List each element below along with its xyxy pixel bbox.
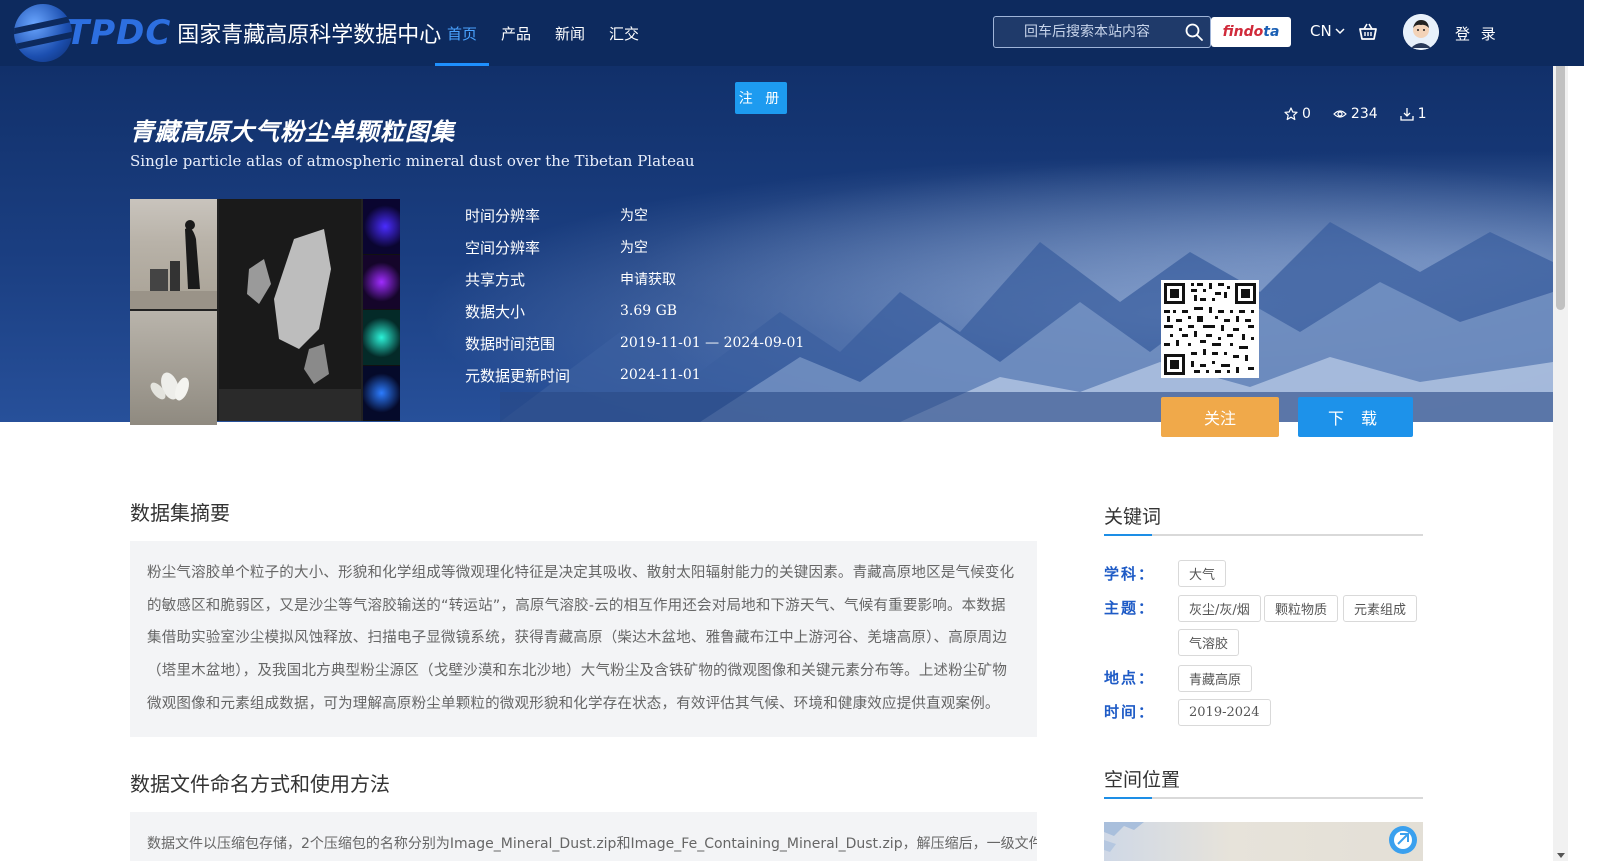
views-stat: 234 bbox=[1333, 106, 1378, 122]
nav-submit[interactable]: 汇交 bbox=[597, 0, 651, 66]
keyword-tag[interactable]: 2019-2024 bbox=[1178, 699, 1271, 726]
keywords-divider bbox=[1104, 534, 1423, 536]
meta-row: 空间分辨率 为空 bbox=[465, 231, 804, 263]
meta-label: 元数据更新时间 bbox=[465, 366, 571, 385]
download-icon bbox=[1400, 108, 1414, 121]
spatial-map[interactable] bbox=[1104, 822, 1423, 861]
main-nav: 首页 产品 新闻 汇交 bbox=[435, 0, 651, 66]
site-logo[interactable]: TPDC 国家青藏高原科学数据中心 bbox=[14, 4, 441, 62]
language-selector[interactable]: CN bbox=[1310, 22, 1346, 40]
keyword-label-subject: 学科： bbox=[1104, 565, 1156, 583]
meta-row: 时间分辨率 为空 bbox=[465, 199, 804, 231]
usage-heading: 数据文件命名方式和使用方法 bbox=[130, 772, 390, 796]
stars-stat[interactable]: 0 bbox=[1284, 106, 1311, 122]
keyword-label-time: 时间： bbox=[1104, 703, 1156, 721]
field-photo bbox=[130, 199, 217, 309]
downloads-count: 1 bbox=[1417, 106, 1427, 122]
keyword-label-theme: 主题： bbox=[1104, 599, 1156, 617]
meta-row: 数据时间范围 2019-11-01 — 2024-09-01 bbox=[465, 327, 804, 359]
dataset-title-en: Single particle atlas of atmospheric min… bbox=[130, 152, 695, 170]
ground-photo bbox=[130, 309, 217, 425]
dataset-thumbnail[interactable] bbox=[130, 199, 400, 425]
qr-code bbox=[1161, 280, 1259, 378]
keyword-tag[interactable]: 元素组成 bbox=[1343, 595, 1418, 622]
element-map-images bbox=[361, 199, 400, 421]
spatial-divider bbox=[1104, 797, 1423, 799]
top-header: TPDC 国家青藏高原科学数据中心 首页 产品 新闻 汇交 findota CN bbox=[0, 0, 1584, 66]
follow-button[interactable]: 关注 bbox=[1161, 397, 1279, 437]
scroll-down-icon[interactable] bbox=[1557, 853, 1565, 858]
dataset-title-cn: 青藏高原大气粉尘单颗粒图集 bbox=[130, 118, 455, 146]
usage-text: 数据文件以压缩包存储，2个压缩包的名称分别为Image_Mineral_Dust… bbox=[147, 836, 1037, 852]
meta-label: 数据大小 bbox=[465, 302, 526, 321]
search-icon[interactable] bbox=[1184, 22, 1204, 42]
meta-value: 为空 bbox=[620, 208, 648, 224]
logo-tpdc-text: TPDC bbox=[66, 13, 172, 53]
abstract-heading: 数据集摘要 bbox=[130, 501, 230, 525]
search-input[interactable] bbox=[994, 24, 1174, 40]
nav-products[interactable]: 产品 bbox=[489, 0, 543, 66]
language-label: CN bbox=[1310, 22, 1332, 40]
register-button[interactable]: 注 册 bbox=[735, 82, 787, 114]
meta-label: 数据时间范围 bbox=[465, 334, 556, 353]
dataset-metadata: 时间分辨率 为空 空间分辨率 为空 共享方式 申请获取 数据大小 3.69 GB 数据时… bbox=[465, 199, 804, 391]
usage-box: 数据文件以压缩包存储，2个压缩包的名称分别为Image_Mineral_Dust… bbox=[130, 812, 1037, 861]
meta-row: 元数据更新时间 2024-11-01 bbox=[465, 359, 804, 391]
user-avatar-icon bbox=[1403, 14, 1439, 50]
nav-home[interactable]: 首页 bbox=[435, 0, 490, 66]
meta-label: 空间分辨率 bbox=[465, 238, 541, 257]
keyword-tag[interactable]: 大气 bbox=[1178, 560, 1227, 587]
abstract-text: 粉尘气溶胶单个粒子的大小、形貌和化学组成等微观理化特征是决定其吸收、散射太阳辐射… bbox=[147, 565, 1015, 712]
meta-row: 共享方式 申请获取 bbox=[465, 263, 804, 295]
findata-text-a: findo bbox=[1222, 24, 1264, 40]
thumbnail-left-column bbox=[130, 199, 217, 425]
findata-button[interactable]: findo ta bbox=[1211, 17, 1291, 47]
keyword-tag[interactable]: 颗粒物质 bbox=[1264, 595, 1339, 622]
meta-label: 共享方式 bbox=[465, 270, 526, 289]
findata-text-b: ta bbox=[1263, 24, 1280, 40]
globe-logo-icon bbox=[14, 4, 72, 62]
search-box bbox=[993, 16, 1211, 48]
stars-count: 0 bbox=[1302, 106, 1311, 122]
abstract-box: 粉尘气溶胶单个粒子的大小、形貌和化学组成等微观理化特征是决定其吸收、散射太阳辐射… bbox=[130, 541, 1037, 737]
sem-image bbox=[217, 199, 363, 421]
keyword-tag[interactable]: 气溶胶 bbox=[1178, 629, 1240, 656]
meta-value: 2024-11-01 bbox=[620, 367, 701, 383]
meta-row: 数据大小 3.69 GB bbox=[465, 295, 804, 327]
meta-label: 时间分辨率 bbox=[465, 206, 541, 225]
nav-news[interactable]: 新闻 bbox=[543, 0, 597, 66]
download-button[interactable]: 下 载 bbox=[1298, 397, 1413, 437]
login-link[interactable]: 登 录 bbox=[1455, 23, 1499, 44]
keyword-label-place: 地点： bbox=[1104, 669, 1156, 687]
keywords-heading: 关键词 bbox=[1104, 506, 1162, 528]
cart-icon[interactable] bbox=[1358, 22, 1378, 42]
meta-value: 3.69 GB bbox=[620, 303, 678, 319]
meta-value: 2019-11-01 — 2024-09-01 bbox=[620, 335, 805, 351]
user-avatar[interactable] bbox=[1403, 14, 1439, 50]
star-icon bbox=[1284, 107, 1298, 121]
chevron-down-icon bbox=[1335, 28, 1345, 35]
views-count: 234 bbox=[1350, 106, 1378, 122]
site-name: 国家青藏高原科学数据中心 bbox=[177, 23, 442, 48]
eye-icon bbox=[1333, 110, 1347, 118]
spatial-heading: 空间位置 bbox=[1104, 769, 1181, 791]
keyword-tag[interactable]: 灰尘/灰/烟 bbox=[1178, 595, 1261, 622]
downloads-stat: 1 bbox=[1400, 106, 1427, 122]
keyword-tag[interactable]: 青藏高原 bbox=[1178, 665, 1253, 692]
meta-value: 申请获取 bbox=[620, 272, 676, 288]
page-scrollbar[interactable] bbox=[1553, 0, 1568, 861]
dataset-stats: 0 234 1 bbox=[1284, 106, 1427, 122]
meta-value: 为空 bbox=[620, 240, 648, 256]
